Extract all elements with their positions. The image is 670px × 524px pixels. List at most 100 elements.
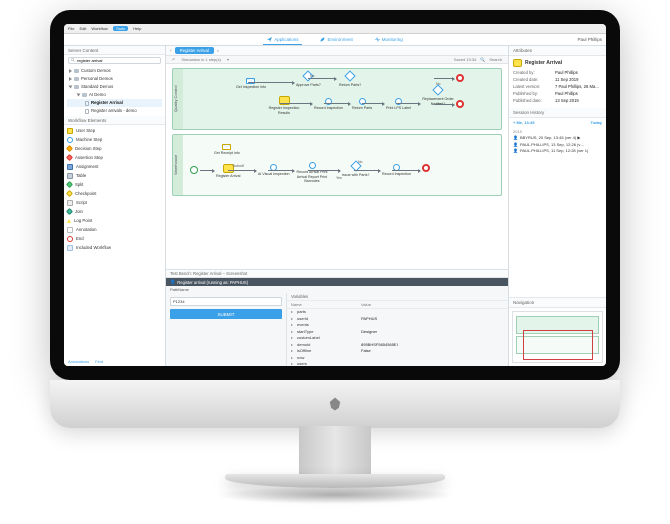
node-get-inspection-info[interactable]: Get Inspection info — [236, 78, 266, 90]
search-box[interactable] — [68, 57, 161, 64]
search-icon[interactable]: 🔍 — [480, 57, 485, 62]
chevron-down-icon — [77, 94, 81, 97]
element-assertion-step[interactable]: Assertion Step — [67, 153, 162, 162]
tab-monitoring[interactable]: Monitoring — [371, 35, 407, 44]
log-point-icon — [67, 219, 71, 223]
imac-stand — [299, 426, 371, 478]
menu-help[interactable]: Help — [133, 26, 141, 31]
pathname-input[interactable]: P1234 — [170, 297, 282, 306]
chevron-down-icon[interactable]: ▾ — [227, 57, 229, 62]
element-assignment[interactable]: Assignment — [67, 162, 162, 171]
chevron-down-icon — [69, 86, 73, 89]
end-icon — [67, 236, 73, 242]
tree-ai-demo[interactable]: AI Demo — [67, 91, 162, 99]
submit-button[interactable]: SUBMIT — [170, 309, 282, 319]
minimap[interactable] — [512, 311, 603, 363]
undo-icon[interactable]: ↶ — [172, 57, 175, 62]
minimap-viewport[interactable] — [523, 330, 593, 360]
sequence-flow — [354, 170, 380, 171]
checkpoint-icon — [66, 190, 73, 197]
node-register-inspection[interactable]: Register Inspection Results — [268, 96, 300, 115]
table-icon — [67, 173, 73, 179]
node-end-qc1[interactable] — [456, 74, 464, 82]
history-item[interactable]: 👤PAUL.PHILLIPS, 11 Sep, 12:28 (ver 1) — [513, 148, 602, 155]
menu-file[interactable]: File — [68, 26, 74, 31]
message-icon — [222, 144, 231, 150]
decision-step-icon — [66, 145, 73, 152]
node-end-qc2[interactable] — [456, 100, 464, 108]
right-sidebar: Attributes Register Arrival Created by:P… — [508, 46, 606, 366]
saved-status: Saved 13:34 — [454, 57, 476, 62]
assertion-step-icon — [66, 154, 73, 161]
breadcrumb-current[interactable]: Register Arrival — [175, 47, 214, 54]
variables-columns: NameValue — [287, 301, 508, 309]
element-script[interactable]: Script — [67, 198, 162, 207]
sequence-flow — [392, 170, 420, 171]
menu-edit[interactable]: Edit — [79, 26, 86, 31]
element-label: Annotation — [76, 225, 97, 234]
element-log-point[interactable]: Log Point — [67, 216, 162, 225]
simulation-status: Simulation in 1 step(s) — [181, 57, 221, 62]
tree-personal-demos[interactable]: Personal Demos — [67, 75, 162, 83]
tree-standard-demos[interactable]: Standard Demos — [67, 83, 162, 91]
node-get-receipt-info[interactable]: Get Receipt info — [214, 144, 240, 156]
node-record-arrival[interactable]: Record Arrival Print Arrival Report Prin… — [296, 162, 328, 184]
assignment-icon — [67, 164, 73, 170]
test-bench-subheader: 👤 Register arrival (running as: PAPHUS) — [166, 278, 508, 286]
paper-plane-icon — [267, 37, 272, 42]
find-link[interactable]: Find — [95, 359, 103, 364]
document-icon — [85, 109, 89, 114]
seq-label-submit: 'Submit' — [232, 164, 244, 168]
node-record-inspection[interactable]: Record Inspection — [314, 98, 343, 111]
node-return-parts-q[interactable]: Return Parts? — [339, 72, 361, 88]
element-included-workflow[interactable]: Included Workflow — [67, 243, 162, 252]
main-tabbar: Applications Environment Monitoring Paul… — [64, 34, 606, 46]
tree-custom-demos[interactable]: Custom Demos — [67, 67, 162, 75]
navigation-header: Navigation — [509, 297, 606, 308]
node-start[interactable] — [190, 166, 198, 174]
sequence-flow — [396, 103, 420, 104]
element-decision-step[interactable]: Decision Step — [67, 144, 162, 153]
tree-register-arrivals-demo[interactable]: Register arrivals - demo — [67, 107, 162, 115]
element-end[interactable]: End — [67, 234, 162, 243]
sequence-flow — [434, 78, 454, 79]
annotations-link[interactable]: Annotations — [68, 359, 89, 364]
tab-applications[interactable]: Applications — [263, 35, 302, 45]
element-user-step[interactable]: User Step — [67, 126, 162, 135]
lane-label-wh: Warehouse — [173, 135, 183, 195]
join-icon — [66, 208, 73, 215]
element-split[interactable]: Split — [67, 180, 162, 189]
sequence-flow — [434, 104, 454, 105]
element-annotation[interactable]: Annotation — [67, 225, 162, 234]
tab-environment[interactable]: Environment — [316, 35, 356, 44]
history-me-today[interactable]: + Me, 13:45 — [513, 120, 534, 127]
user-icon: 👤 — [170, 279, 175, 285]
close-icon[interactable]: × — [217, 48, 219, 53]
gateway-icon — [344, 70, 355, 81]
variables-body: ▸parts▸userIdPAPHUS▸events▸startTypeDesi… — [287, 309, 508, 366]
node-end-wh[interactable] — [422, 164, 430, 172]
element-label: Split — [75, 180, 83, 189]
element-join[interactable]: Join — [67, 207, 162, 216]
node-print-label[interactable]: Print LPS Label — [386, 98, 411, 111]
attributes-header: Attributes — [509, 46, 606, 56]
test-bench-header: Test Bench: Register Arrival – Screensho… — [166, 270, 508, 278]
element-label: User Step — [76, 126, 95, 135]
workflow-canvas[interactable]: Quality Control Warehouse Get Inspection… — [166, 64, 508, 270]
session-history: + Me, 13:45Today 2019 👤BBYRUS, 20 Sep, 1… — [509, 118, 606, 157]
menu-tools[interactable]: Tools — [113, 26, 128, 31]
element-table[interactable]: Table — [67, 171, 162, 180]
tree-register-arrival[interactable]: Register Arrival — [67, 99, 162, 107]
tab-applications-label: Applications — [274, 37, 298, 42]
element-machine-step[interactable]: Machine Step — [67, 135, 162, 144]
variable-row[interactable]: ▸users — [287, 361, 508, 366]
node-return-parts[interactable]: Return Parts — [352, 98, 372, 111]
search-input[interactable] — [77, 58, 147, 63]
node-approve-parts[interactable]: Approve Parts? — [296, 72, 321, 88]
menu-workflow[interactable]: Workflow — [91, 26, 107, 31]
element-checkpoint[interactable]: Checkpoint — [67, 189, 162, 198]
included-workflow-icon — [67, 245, 73, 251]
split-icon — [66, 181, 73, 188]
current-user[interactable]: Paul Phillips — [577, 37, 602, 42]
back-icon[interactable]: ‹ — [170, 48, 172, 54]
